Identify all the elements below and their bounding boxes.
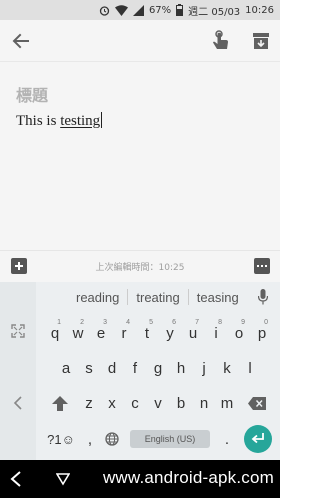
note-action-bar: 上次編輯時間：10:25: [0, 250, 280, 282]
key-r[interactable]: r4: [113, 318, 135, 348]
shift-key[interactable]: [46, 388, 74, 418]
key-c[interactable]: c: [124, 388, 146, 418]
key-v[interactable]: v: [147, 388, 169, 418]
key-w[interactable]: w2: [67, 318, 89, 348]
key-o[interactable]: o9: [228, 318, 250, 348]
key-l[interactable]: l: [239, 353, 261, 383]
body-text: This is: [16, 113, 61, 129]
backspace-key[interactable]: [244, 388, 270, 418]
backspace-icon: [248, 396, 266, 410]
battery-percent: 67%: [148, 4, 172, 16]
status-bar: 67% 週二 05/03 10:26: [0, 0, 280, 20]
touch-gesture-icon[interactable]: [210, 29, 232, 53]
key-d[interactable]: d: [101, 353, 123, 383]
key-p[interactable]: p0: [251, 318, 273, 348]
note-title-input[interactable]: 標題: [16, 82, 48, 106]
comma-key[interactable]: ,: [80, 424, 100, 454]
wifi-icon: [114, 4, 128, 16]
enter-icon: [251, 433, 264, 444]
composing-word: testing: [60, 113, 101, 129]
archive-icon[interactable]: [251, 31, 271, 51]
status-time: 10:26: [245, 4, 274, 16]
language-key[interactable]: [101, 424, 123, 454]
chevron-left-icon[interactable]: [13, 396, 23, 410]
alarm-icon: [99, 5, 110, 16]
key-z[interactable]: z: [78, 388, 100, 418]
symbols-key[interactable]: ?1☺: [44, 424, 78, 454]
key-x[interactable]: x: [101, 388, 123, 418]
battery-icon: [176, 4, 184, 16]
enter-key[interactable]: [244, 425, 272, 453]
app-toolbar: [0, 20, 280, 62]
note-body-input[interactable]: This is testing: [16, 112, 103, 130]
key-u[interactable]: u7: [182, 318, 204, 348]
key-n[interactable]: n: [193, 388, 215, 418]
key-y[interactable]: y6: [159, 318, 181, 348]
suggestion-2[interactable]: treating: [128, 290, 187, 305]
key-f[interactable]: f: [124, 353, 146, 383]
last-edited-label: 上次編輯時間：10:25: [95, 263, 185, 273]
globe-icon: [105, 432, 119, 446]
text-cursor: [101, 112, 103, 128]
signal-icon: [132, 4, 144, 16]
suggestion-3[interactable]: teasing: [189, 290, 247, 305]
keyboard-side-panel: [0, 282, 36, 460]
nav-back-icon[interactable]: [10, 471, 22, 487]
suggestion-1[interactable]: reading: [68, 290, 127, 305]
key-m[interactable]: m: [216, 388, 238, 418]
key-s[interactable]: s: [78, 353, 100, 383]
microphone-icon[interactable]: [258, 289, 268, 305]
watermark-text: www.android-apk.com: [102, 468, 274, 487]
soft-keyboard: reading treating teasing q1 w2 e3 r4 t5 …: [0, 282, 280, 460]
key-g[interactable]: g: [147, 353, 169, 383]
note-editor: 標題 This is testing: [0, 62, 280, 250]
nav-down-icon[interactable]: [56, 472, 70, 486]
key-e[interactable]: e3: [90, 318, 112, 348]
arrow-left-icon[interactable]: [10, 30, 32, 52]
key-q[interactable]: q1: [44, 318, 66, 348]
key-k[interactable]: k: [216, 353, 238, 383]
suggestion-strip: reading treating teasing: [36, 282, 280, 312]
more-options-icon[interactable]: [254, 258, 270, 274]
expand-keyboard-icon[interactable]: [11, 324, 25, 338]
status-date: 週二 05/03: [188, 6, 241, 18]
space-bar[interactable]: English (US): [130, 430, 210, 448]
key-h[interactable]: h: [170, 353, 192, 383]
key-t[interactable]: t5: [136, 318, 158, 348]
key-i[interactable]: i8: [205, 318, 227, 348]
key-j[interactable]: j: [193, 353, 215, 383]
key-a[interactable]: a: [55, 353, 77, 383]
period-key[interactable]: .: [218, 424, 236, 454]
key-b[interactable]: b: [170, 388, 192, 418]
shift-icon: [52, 395, 68, 411]
navigation-bar: www.android-apk.com: [0, 460, 280, 498]
